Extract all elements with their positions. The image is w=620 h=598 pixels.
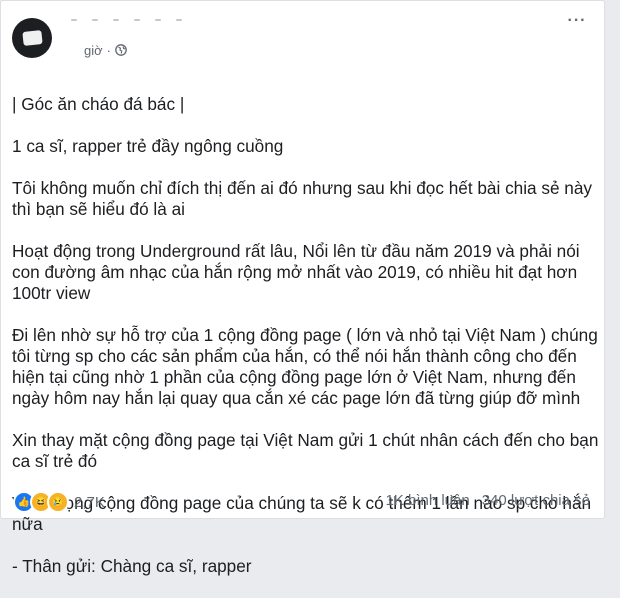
post-line: Đi lên nhờ sự hỗ trợ của 1 cộng đồng pag… [12, 325, 598, 408]
post-time[interactable]: giờ [84, 43, 103, 58]
post-line: Hoạt động trong Underground rất lâu, Nổi… [12, 241, 580, 303]
globe-icon[interactable] [115, 44, 127, 56]
post-line: Tôi không muốn chỉ đích thị đến ai đó nh… [12, 178, 593, 219]
post-text: | Góc ăn cháo đá bác | 1 ca sĩ, rapper t… [12, 73, 602, 598]
avatar[interactable] [12, 18, 52, 58]
reactions-summary[interactable]: 👍 😆 😢 2,7K [13, 491, 105, 513]
comments-count[interactable]: 1K bình luận [385, 492, 469, 509]
sad-icon: 😢 [47, 491, 69, 513]
post-line: - Thân gửi: Chàng ca sĩ, rapper [12, 556, 252, 576]
more-options-icon[interactable]: ··· [564, 11, 590, 31]
post-meta: giờ · [84, 42, 127, 58]
post-line: | Góc ăn cháo đá bác | [12, 94, 185, 114]
author-name-redacted[interactable] [71, 19, 195, 23]
post-stats: 1K bình luận 340 lượt chia sẻ [385, 492, 590, 509]
shares-count[interactable]: 340 lượt chia sẻ [482, 492, 590, 509]
post-card: giờ · ··· | Góc ăn cháo đá bác | 1 ca sĩ… [0, 0, 605, 576]
post-line: 1 ca sĩ, rapper trẻ đầy ngông cuồng [12, 136, 284, 156]
post-line: Xin thay mặt cộng đồng page tại Việt Nam… [12, 430, 599, 471]
reaction-count[interactable]: 2,7K [74, 494, 105, 511]
